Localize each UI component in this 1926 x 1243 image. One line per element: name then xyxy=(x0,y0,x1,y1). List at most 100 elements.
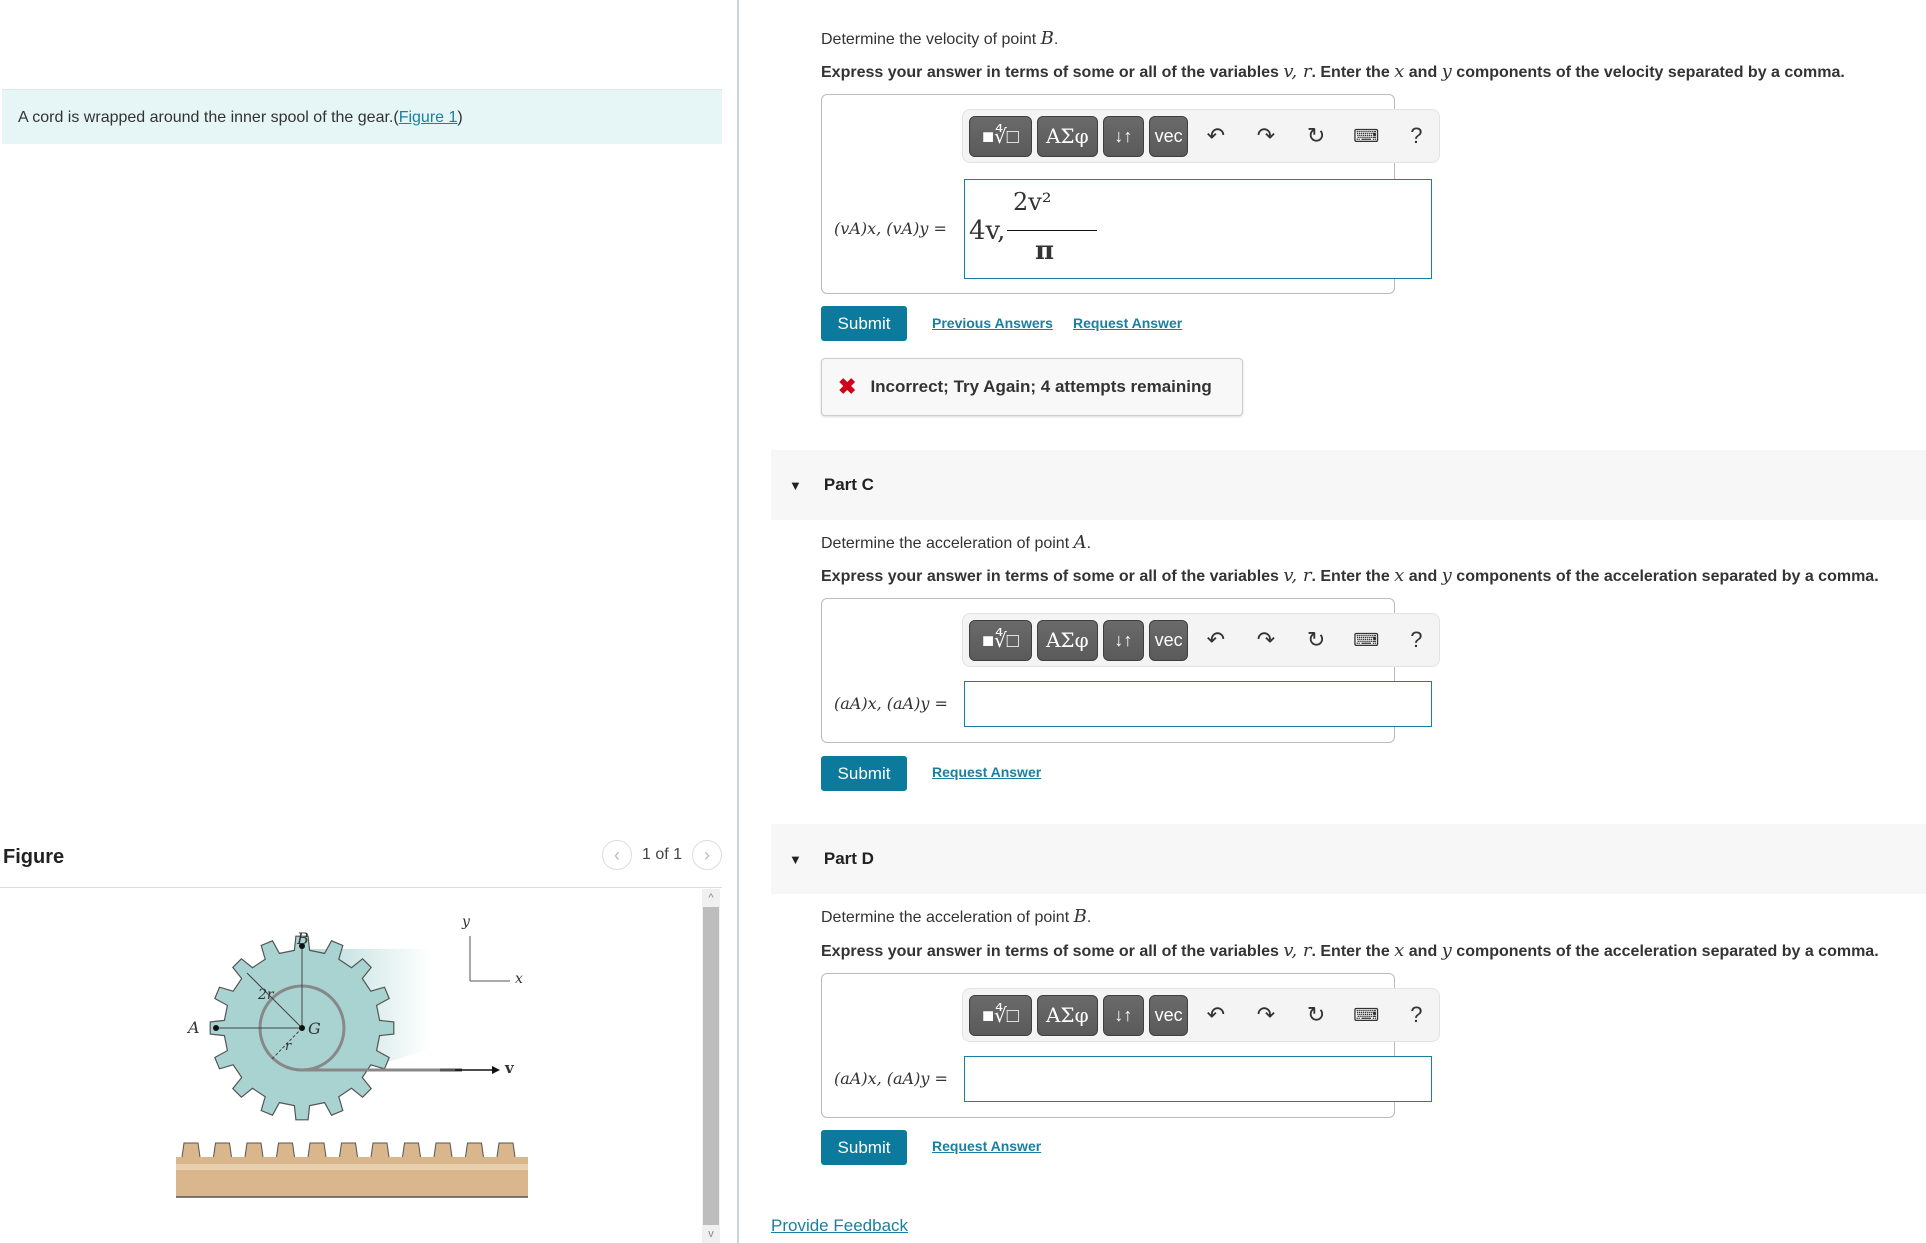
templates-icon: ■∜□ xyxy=(981,1004,1019,1027)
arrows-button[interactable]: ↓↑ xyxy=(1102,115,1144,157)
gear-diagram xyxy=(176,935,528,1198)
greek-button[interactable]: ΑΣφ xyxy=(1036,115,1098,157)
redo-icon[interactable]: ↷ xyxy=(1243,1002,1288,1028)
partd-submit-button[interactable]: Submit xyxy=(821,1130,907,1165)
vec-button[interactable]: vec xyxy=(1148,115,1189,157)
partc-answer-input[interactable] xyxy=(964,681,1432,727)
rack-tooth xyxy=(307,1142,327,1158)
templates-button[interactable]: ■∜□ xyxy=(969,619,1032,661)
templates-icon: ■∜□ xyxy=(981,125,1019,148)
partc-lhs-label: (aA)x, (aA)y = xyxy=(834,694,948,713)
rack-tooth xyxy=(181,1142,201,1158)
partc-question: Determine the acceleration of point A. xyxy=(821,532,1092,553)
keyboard-icon[interactable]: ⌨ xyxy=(1344,630,1389,651)
problem-intro: A cord is wrapped around the inner spool… xyxy=(2,89,722,144)
answer-denominator: π xyxy=(1035,236,1055,266)
partd-question: Determine the acceleration of point B. xyxy=(821,906,1092,927)
templates-icon: ■∜□ xyxy=(981,629,1019,652)
partd-answer-input[interactable] xyxy=(964,1056,1432,1102)
reset-icon[interactable]: ↻ xyxy=(1294,627,1339,653)
keyboard-icon[interactable]: ⌨ xyxy=(1344,126,1389,147)
undo-icon[interactable]: ↶ xyxy=(1193,123,1238,149)
figure-image: B A G 2r r y x v xyxy=(0,889,722,1243)
arrows-icon: ↓↑ xyxy=(1114,1004,1133,1025)
partc-instructions: Express your answer in terms of some or … xyxy=(821,565,1879,586)
partd-answer-box: ■∜□ ΑΣφ ↓↑ vec ↶ ↷ ↻ ⌨ ? (aA)x, (aA)y = xyxy=(821,973,1440,1118)
previous-answers-link[interactable]: Previous Answers xyxy=(932,315,1053,331)
label-v: v xyxy=(505,1059,514,1077)
rack-tooth xyxy=(496,1142,516,1158)
help-icon[interactable]: ? xyxy=(1394,1002,1439,1028)
templates-button[interactable]: ■∜□ xyxy=(969,115,1032,157)
partc-header[interactable]: ▼ Part C xyxy=(771,450,1926,520)
scroll-down-icon[interactable]: v xyxy=(702,1225,720,1243)
greek-icon: ΑΣφ xyxy=(1045,628,1089,652)
partd-request-answer-link[interactable]: Request Answer xyxy=(932,1138,1041,1154)
partd-lhs-label: (aA)x, (aA)y = xyxy=(834,1069,948,1088)
templates-button[interactable]: ■∜□ xyxy=(969,994,1032,1036)
help-icon[interactable]: ? xyxy=(1394,627,1439,653)
label-y: y xyxy=(462,914,470,930)
rack-tooth xyxy=(276,1142,295,1158)
left-pane: A cord is wrapped around the inner spool… xyxy=(0,0,737,1243)
vec-icon: vec xyxy=(1154,1004,1183,1025)
partb-instructions: Express your answer in terms of some or … xyxy=(821,61,1845,82)
next-figure-button[interactable]: › xyxy=(692,840,722,870)
greek-button[interactable]: ΑΣφ xyxy=(1036,619,1098,661)
chevron-right-icon: › xyxy=(704,844,710,865)
partb-answer-box: ■∜□ ΑΣφ ↓↑ vec ↶ ↷ ↻ ⌨ ? (vA)x, (vA)y = … xyxy=(821,94,1440,294)
label-r: r xyxy=(285,1039,292,1054)
scroll-up-icon[interactable]: ^ xyxy=(702,889,720,907)
rack-tooth xyxy=(339,1142,358,1158)
figure-header: Figure ‹ 1 of 1 › xyxy=(0,840,722,888)
partc-request-answer-link[interactable]: Request Answer xyxy=(932,764,1041,780)
figure-scrollbar[interactable]: ^ v xyxy=(702,889,720,1243)
collapse-triangle-icon: ▼ xyxy=(789,851,802,867)
feedback-incorrect: ✖ Incorrect; Try Again; 4 attempts remai… xyxy=(821,358,1243,416)
partd-header[interactable]: ▼ Part D xyxy=(771,824,1926,894)
vec-icon: vec xyxy=(1154,629,1183,650)
provide-feedback-link[interactable]: Provide Feedback xyxy=(771,1216,908,1236)
figure-link[interactable]: Figure 1 xyxy=(399,109,458,126)
feedback-text: Incorrect; Try Again; 4 attempts remaini… xyxy=(870,377,1212,396)
partc-label: Part C xyxy=(823,475,874,494)
partb-question: Determine the velocity of point B. xyxy=(821,28,1059,49)
answer-numerator: 2v² xyxy=(1013,188,1052,216)
rack-tooth xyxy=(244,1142,264,1158)
gear-rack xyxy=(176,1142,528,1198)
partd-instructions: Express your answer in terms of some or … xyxy=(821,940,1879,961)
undo-icon[interactable]: ↶ xyxy=(1193,627,1238,653)
arrowhead-icon xyxy=(492,1066,500,1074)
help-icon[interactable]: ? xyxy=(1394,123,1439,149)
arrows-icon: ↓↑ xyxy=(1114,125,1133,146)
keyboard-icon[interactable]: ⌨ xyxy=(1344,1005,1389,1026)
partc-answer-box: ■∜□ ΑΣφ ↓↑ vec ↶ ↷ ↻ ⌨ ? (aA)x, (aA)y = xyxy=(821,598,1440,743)
rack-tooth xyxy=(465,1142,484,1158)
chevron-left-icon: ‹ xyxy=(613,844,620,865)
arrows-button[interactable]: ↓↑ xyxy=(1102,619,1144,661)
answer-part-1: 4v, xyxy=(969,216,1006,246)
prev-figure-button[interactable]: ‹ xyxy=(601,840,632,870)
math-toolbar: ■∜□ ΑΣφ ↓↑ vec ↶ ↷ ↻ ⌨ ? xyxy=(962,988,1440,1042)
redo-icon[interactable]: ↷ xyxy=(1243,123,1288,149)
rack-tooth xyxy=(370,1142,390,1158)
intro-text: A cord is wrapped around the inner spool… xyxy=(18,109,394,126)
partc-submit-button[interactable]: Submit xyxy=(821,756,907,791)
vec-button[interactable]: vec xyxy=(1148,994,1189,1036)
collapse-triangle-icon: ▼ xyxy=(789,477,802,493)
partb-request-answer-link[interactable]: Request Answer xyxy=(1073,315,1182,331)
greek-button[interactable]: ΑΣφ xyxy=(1036,994,1098,1036)
vec-icon: vec xyxy=(1154,125,1183,146)
reset-icon[interactable]: ↻ xyxy=(1294,1002,1339,1028)
vec-button[interactable]: vec xyxy=(1148,619,1189,661)
scroll-thumb[interactable] xyxy=(703,907,719,1225)
partb-submit-button[interactable]: Submit xyxy=(821,306,907,341)
arrows-icon: ↓↑ xyxy=(1114,629,1133,650)
arrows-button[interactable]: ↓↑ xyxy=(1102,994,1144,1036)
partb-lhs-label: (vA)x, (vA)y = xyxy=(834,219,947,238)
partb-answer-input[interactable]: 4v, 2v² π xyxy=(964,179,1432,279)
reset-icon[interactable]: ↻ xyxy=(1294,123,1339,149)
greek-icon: ΑΣφ xyxy=(1045,124,1089,148)
undo-icon[interactable]: ↶ xyxy=(1193,1002,1238,1028)
redo-icon[interactable]: ↷ xyxy=(1243,627,1288,653)
